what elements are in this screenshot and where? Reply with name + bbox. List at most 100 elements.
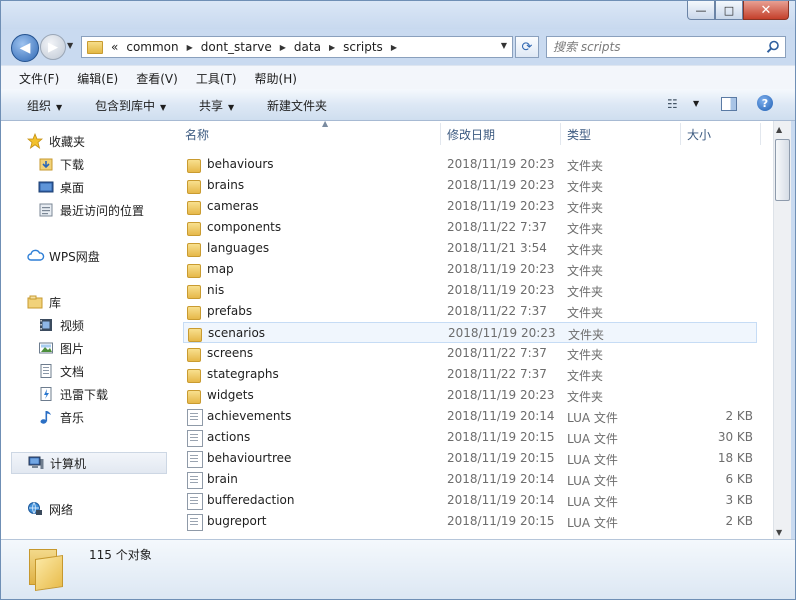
table-row[interactable]: behaviourtree 2018/11/19 20:15 LUA 文件 18 KB: [183, 448, 757, 469]
file-name: brain: [207, 472, 238, 486]
file-type: 文件夹: [567, 390, 604, 404]
include-in-library-button[interactable]: 包含到库中 ▼: [95, 97, 166, 114]
file-type: LUA 文件: [567, 411, 618, 425]
breadcrumb-dont-starve[interactable]: dont_starve: [201, 40, 272, 54]
menu-file[interactable]: 文件(F): [1, 70, 68, 87]
help-icon[interactable]: ?: [757, 95, 773, 111]
file-name: nis: [207, 283, 225, 297]
table-row[interactable]: bugreport 2018/11/19 20:15 LUA 文件 2 KB: [183, 511, 757, 532]
command-bar: 组织 ▼ 包含到库中 ▼ 共享 ▼ 新建文件夹 ☷ ▼ ?: [1, 89, 795, 121]
sidebar-item-favorites[interactable]: 收藏夹: [1, 130, 169, 152]
chevron-right-icon[interactable]: ▶: [329, 43, 335, 52]
modified-date: 2018/11/19 20:14: [447, 472, 555, 486]
file-size: 30 KB: [717, 430, 753, 444]
sidebar-item-libraries[interactable]: 库: [1, 291, 169, 313]
scrollbar-thumb[interactable]: [775, 139, 790, 201]
file-name: prefabs: [207, 304, 253, 318]
table-row[interactable]: languages 2018/11/21 3:54 文件夹: [183, 238, 757, 259]
table-row[interactable]: scenarios 2018/11/19 20:23 文件夹: [183, 322, 757, 343]
file-type: 文件夹: [567, 306, 604, 320]
picture-icon: [38, 340, 54, 356]
table-row[interactable]: actions 2018/11/19 20:15 LUA 文件 30 KB: [183, 427, 757, 448]
refresh-button[interactable]: ⟳: [515, 36, 539, 58]
column-header-name[interactable]: 名称 ▲: [185, 121, 439, 147]
scroll-down-arrow-icon[interactable]: ▼: [776, 528, 782, 537]
column-header-date[interactable]: 修改日期: [447, 121, 559, 147]
address-overflow-chevron[interactable]: «: [111, 40, 118, 54]
scroll-up-arrow-icon[interactable]: ▲: [776, 125, 782, 134]
close-button[interactable]: ✕: [743, 1, 789, 20]
minimize-button[interactable]: —: [687, 1, 715, 20]
table-row[interactable]: bufferedaction 2018/11/19 20:14 LUA 文件 3 KB: [183, 490, 757, 511]
menu-view[interactable]: 查看(V): [127, 70, 187, 87]
table-row[interactable]: prefabs 2018/11/22 7:37 文件夹: [183, 301, 757, 322]
column-divider[interactable]: [680, 123, 681, 145]
sidebar-item-label: 迅雷下载: [60, 387, 109, 402]
file-type: 文件夹: [567, 243, 604, 257]
table-row[interactable]: achievements 2018/11/19 20:14 LUA 文件 2 KB: [183, 406, 757, 427]
chevron-down-icon[interactable]: ▼: [693, 99, 699, 108]
chevron-right-icon[interactable]: ▶: [187, 43, 193, 52]
chevron-down-icon[interactable]: ▼: [501, 41, 507, 50]
file-type: LUA 文件: [567, 432, 618, 446]
menu-tools[interactable]: 工具(T): [187, 70, 246, 87]
breadcrumb-scripts[interactable]: scripts: [343, 40, 383, 54]
window-controls: — □ ✕: [687, 1, 789, 20]
address-bar[interactable]: « common ▶ dont_starve ▶ data ▶ scripts …: [81, 36, 513, 58]
modified-date: 2018/11/21 3:54: [447, 241, 547, 255]
title-bar[interactable]: — □ ✕: [1, 1, 795, 29]
sidebar-item-documents[interactable]: 文档: [1, 360, 169, 382]
chevron-down-icon: ▼: [228, 103, 235, 112]
organize-button[interactable]: 组织 ▼: [27, 97, 62, 114]
sidebar-item-videos[interactable]: 视频: [1, 314, 169, 336]
breadcrumb-data[interactable]: data: [294, 40, 321, 54]
breadcrumb-common[interactable]: common: [126, 40, 178, 54]
back-button[interactable]: ◀: [11, 34, 39, 62]
file-name: components: [207, 220, 282, 234]
sidebar-item-network[interactable]: 网络: [1, 498, 169, 520]
table-row[interactable]: cameras 2018/11/19 20:23 文件夹: [183, 196, 757, 217]
sidebar-item-thunder-downloads[interactable]: 迅雷下载: [1, 383, 169, 405]
view-options-icon[interactable]: ☷: [667, 97, 678, 111]
table-row[interactable]: map 2018/11/19 20:23 文件夹: [183, 259, 757, 280]
new-folder-button[interactable]: 新建文件夹: [267, 97, 327, 114]
share-button[interactable]: 共享 ▼: [199, 97, 234, 114]
vertical-scrollbar[interactable]: ▲ ▼: [773, 121, 791, 539]
recent-pages-dropdown-icon[interactable]: ▼: [67, 41, 73, 50]
column-divider[interactable]: [560, 123, 561, 145]
table-row[interactable]: components 2018/11/22 7:37 文件夹: [183, 217, 757, 238]
sidebar-item-music[interactable]: 音乐: [1, 406, 169, 428]
column-divider[interactable]: [440, 123, 441, 145]
sidebar-item-downloads[interactable]: 下载: [1, 153, 169, 175]
chevron-right-icon[interactable]: ▶: [391, 43, 397, 52]
column-divider[interactable]: [760, 123, 761, 145]
table-row[interactable]: nis 2018/11/19 20:23 文件夹: [183, 280, 757, 301]
modified-date: 2018/11/19 20:14: [447, 409, 555, 423]
forward-button[interactable]: ▶: [40, 34, 66, 60]
preview-pane-icon[interactable]: [721, 97, 737, 111]
menu-edit[interactable]: 编辑(E): [68, 70, 127, 87]
file-name: cameras: [207, 199, 259, 213]
column-header-type[interactable]: 类型: [567, 121, 679, 147]
folder-icon: [187, 348, 201, 362]
sidebar-item-wps-cloud[interactable]: WPS网盘: [1, 245, 169, 267]
table-row[interactable]: brain 2018/11/19 20:14 LUA 文件 6 KB: [183, 469, 757, 490]
maximize-button[interactable]: □: [715, 1, 743, 20]
menu-help[interactable]: 帮助(H): [246, 70, 306, 87]
file-name: scenarios: [208, 326, 266, 340]
lua-file-icon: [187, 472, 203, 489]
table-row[interactable]: screens 2018/11/22 7:37 文件夹: [183, 343, 757, 364]
table-row[interactable]: behaviours 2018/11/19 20:23 文件夹: [183, 154, 757, 175]
table-row[interactable]: brains 2018/11/19 20:23 文件夹: [183, 175, 757, 196]
sidebar-item-recent-places[interactable]: 最近访问的位置: [1, 199, 169, 221]
search-input[interactable]: [553, 39, 753, 55]
search-icon[interactable]: [766, 40, 780, 54]
column-header-size[interactable]: 大小: [687, 121, 757, 147]
sidebar-item-computer[interactable]: 计算机: [11, 452, 167, 474]
chevron-right-icon[interactable]: ▶: [280, 43, 286, 52]
sidebar-item-pictures[interactable]: 图片: [1, 337, 169, 359]
table-row[interactable]: widgets 2018/11/19 20:23 文件夹: [183, 385, 757, 406]
search-box[interactable]: [546, 36, 786, 58]
table-row[interactable]: stategraphs 2018/11/22 7:37 文件夹: [183, 364, 757, 385]
sidebar-item-desktop[interactable]: 桌面: [1, 176, 169, 198]
